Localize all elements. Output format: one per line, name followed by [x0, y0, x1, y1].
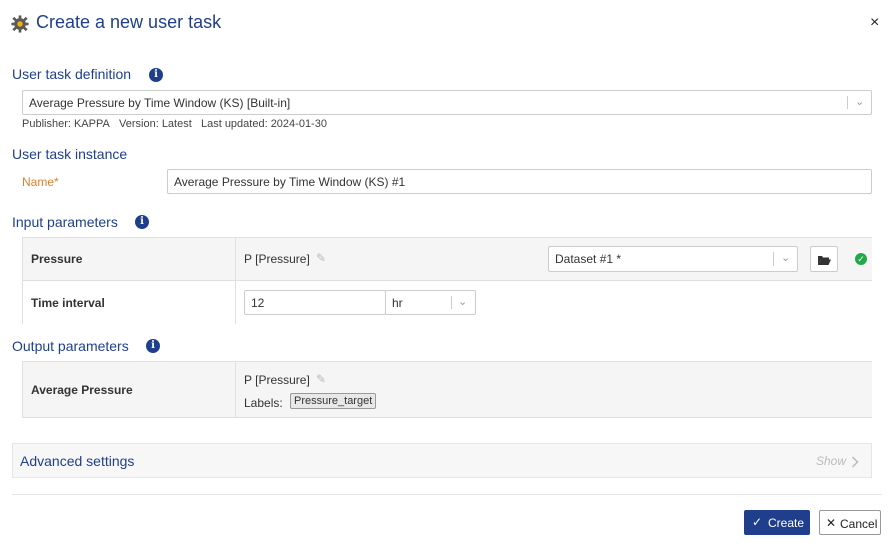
publisher-text: Publisher: KAPPA [22, 118, 110, 130]
info-icon[interactable]: i [135, 215, 149, 229]
unit-value: hr [392, 295, 403, 310]
close-icon: ✕ [826, 516, 837, 530]
definition-meta: Publisher: KAPPA Version: Latest Last up… [22, 118, 327, 130]
pressure-value: P [Pressure] [244, 252, 310, 266]
close-icon[interactable]: × [870, 14, 879, 32]
name-label: Name* [22, 175, 59, 189]
advanced-settings-panel[interactable]: Advanced settings Show [12, 443, 872, 478]
show-toggle[interactable]: Show [816, 454, 846, 468]
chevron-right-icon [851, 456, 859, 468]
instance-heading: User task instance [12, 146, 128, 162]
time-interval-value: 12 [251, 295, 265, 310]
folder-open-icon [818, 256, 831, 265]
edit-icon[interactable]: ✎ [316, 372, 326, 386]
gear-icon [11, 15, 29, 33]
definition-selected-value: Average Pressure by Time Window (KS) [Bu… [29, 95, 291, 110]
time-interval-input[interactable]: 12 [244, 290, 386, 315]
output-value: P [Pressure] [244, 373, 310, 387]
table-row: Average Pressure [23, 362, 235, 417]
name-field-value: Average Pressure by Time Window (KS) #1 [174, 174, 406, 189]
required-mark: * [54, 175, 59, 189]
create-button-label: Create [768, 516, 805, 530]
version-text: Version: Latest [119, 118, 192, 130]
name-field[interactable]: Average Pressure by Time Window (KS) #1 [167, 169, 872, 194]
inputs-table: Pressure P [Pressure] ✎ Dataset #1 * ⌄ ✓… [22, 237, 872, 324]
chevron-down-icon: ⌄ [855, 95, 865, 108]
info-icon[interactable]: i [149, 68, 163, 82]
browse-button[interactable] [810, 246, 838, 272]
unit-select[interactable]: hr ⌄ [385, 290, 476, 315]
chevron-down-icon: ⌄ [458, 295, 468, 308]
labels-title: Labels: [244, 396, 283, 410]
updated-text: Last updated: 2024-01-30 [200, 118, 327, 130]
table-row: Time interval [23, 281, 235, 324]
pressure-label: Pressure [31, 252, 83, 266]
cancel-button-label: Cancel [840, 517, 878, 531]
create-button[interactable]: ✓ Create [744, 510, 810, 535]
definition-heading: User task definition [12, 66, 132, 82]
outputs-heading: Output parameters [12, 338, 129, 354]
dataset-value: Dataset #1 * [555, 252, 622, 266]
table-row: Pressure [23, 238, 235, 280]
cancel-button[interactable]: ✕ Cancel [819, 510, 881, 535]
definition-select[interactable]: Average Pressure by Time Window (KS) [Bu… [22, 90, 872, 115]
average-pressure-label: Average Pressure [31, 383, 133, 397]
outputs-table: Average Pressure P [Pressure] ✎ Labels: … [22, 361, 872, 418]
name-label-text: Name [22, 175, 55, 189]
divider [12, 494, 882, 495]
label-tag[interactable]: Pressure_target [290, 393, 377, 409]
edit-icon[interactable]: ✎ [316, 251, 326, 265]
dataset-select[interactable]: Dataset #1 * ⌄ [548, 246, 798, 272]
check-icon: ✓ [752, 515, 763, 529]
dialog-title: Create a new user task [36, 12, 222, 32]
chevron-down-icon: ⌄ [781, 252, 791, 265]
info-icon[interactable]: i [146, 339, 160, 353]
time-interval-label: Time interval [31, 296, 105, 310]
check-icon: ✓ [855, 253, 867, 265]
advanced-settings-title: Advanced settings [20, 453, 135, 469]
inputs-heading: Input parameters [12, 214, 118, 230]
